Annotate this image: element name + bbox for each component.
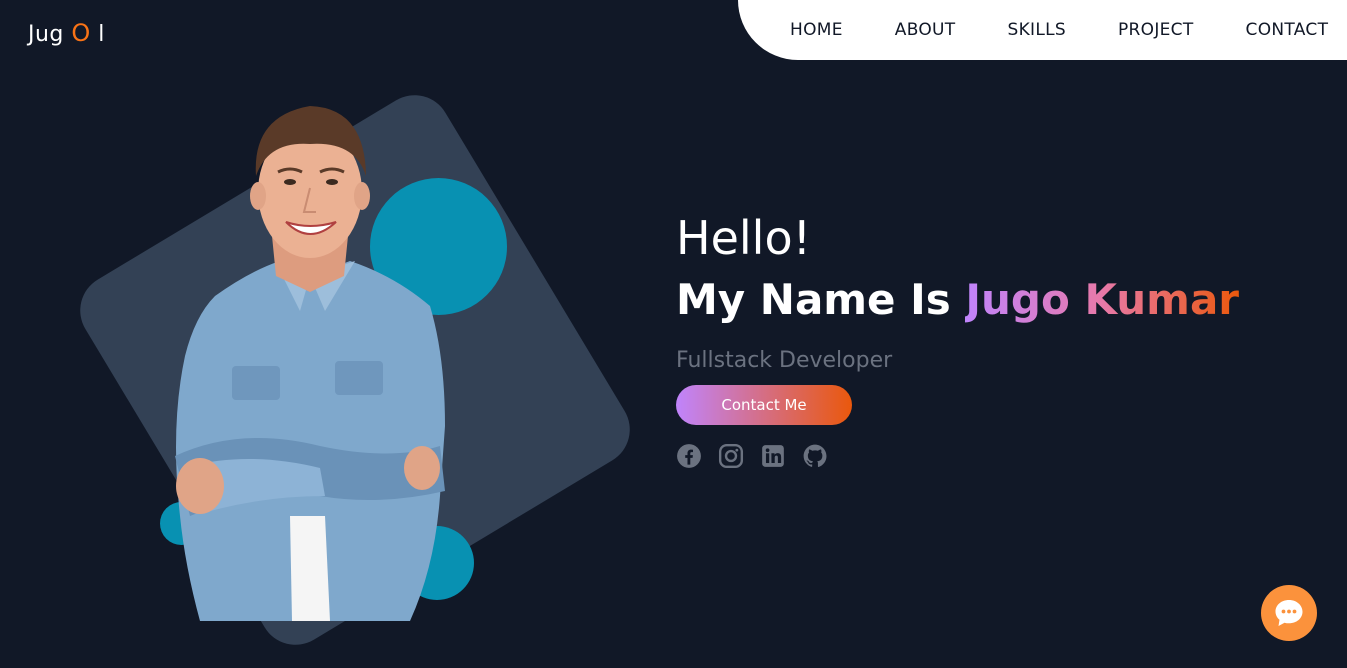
logo-text-end: l: [90, 22, 105, 47]
nav-project[interactable]: PROJECT: [1118, 20, 1194, 40]
nav-skills[interactable]: SKILLS: [1007, 20, 1066, 40]
hero-name: Jugo Kumar: [965, 275, 1240, 324]
logo-text-start: Jug: [28, 22, 72, 47]
linkedin-link[interactable]: [760, 443, 786, 469]
hero-visual: [0, 60, 660, 660]
github-link[interactable]: [802, 443, 828, 469]
social-links: [676, 443, 1239, 469]
nav-home[interactable]: HOME: [790, 20, 843, 40]
hero-greeting: Hello!: [676, 211, 812, 265]
logo[interactable]: Jug O l: [28, 19, 105, 47]
hero-heading: My Name Is Jugo Kumar: [676, 272, 1239, 328]
github-icon: [803, 444, 827, 467]
facebook-icon: [677, 444, 701, 468]
chat-button[interactable]: [1261, 585, 1317, 641]
nav-contact[interactable]: CONTACT: [1246, 20, 1329, 40]
chat-bubble-icon: [1275, 600, 1303, 626]
hero-role: Fullstack Developer: [676, 348, 893, 373]
main-nav: HOME ABOUT SKILLS PROJECT CONTACT: [738, 0, 1347, 60]
instagram-link[interactable]: [718, 443, 744, 469]
facebook-link[interactable]: [676, 443, 702, 469]
contact-me-button[interactable]: Contact Me: [676, 385, 852, 425]
profile-photo: [175, 106, 445, 621]
hero-text: Hello! My Name Is Jugo Kumar Fullstack D…: [676, 210, 1239, 469]
linkedin-icon: [762, 445, 784, 467]
hero-name-prefix: My Name Is: [676, 275, 966, 324]
logo-accent: O: [71, 19, 91, 47]
instagram-icon: [718, 443, 744, 469]
nav-about[interactable]: ABOUT: [895, 20, 956, 40]
